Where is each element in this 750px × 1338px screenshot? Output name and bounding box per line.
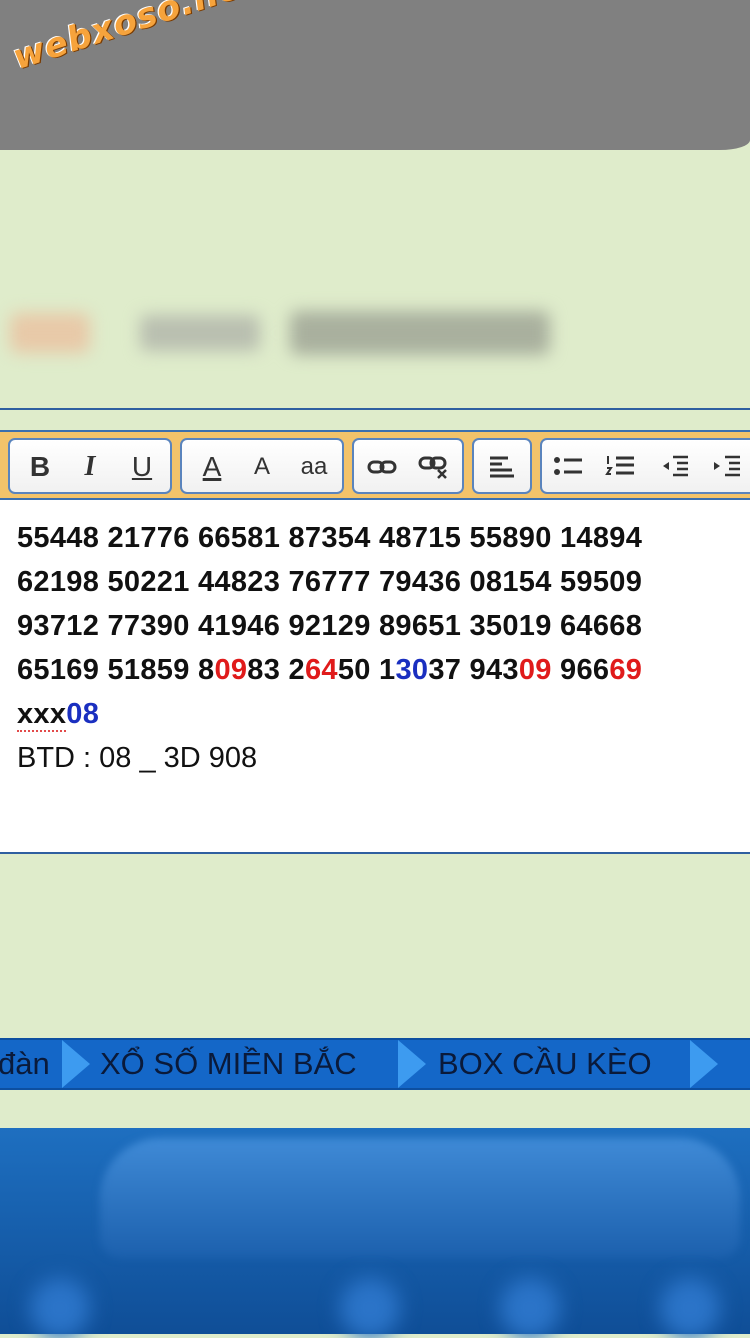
bold-button[interactable]: B xyxy=(20,448,60,486)
numbered-list-icon xyxy=(605,456,634,475)
editor-bottom-border xyxy=(0,852,750,854)
line4-highlight-red: 69 xyxy=(609,654,643,686)
bottom-blurred-area xyxy=(0,1128,750,1338)
line4-part: 50 1 xyxy=(337,654,396,686)
font-group: A A aa xyxy=(180,438,344,494)
nav-separator-arrow xyxy=(62,1040,90,1088)
number-line-5: xxx08 xyxy=(17,698,100,732)
numbered-list-button[interactable] xyxy=(600,448,640,486)
line4-part: 966 xyxy=(551,654,610,686)
nav-item-xo-so-mien-bac[interactable]: XỔ SỐ MIỀN BẮC xyxy=(100,1046,357,1082)
line5-highlight-blue: 08 xyxy=(66,698,100,730)
number-line-3: 93712 77390 41946 92129 89651 35019 6466… xyxy=(17,610,643,642)
number-line-4: 65169 51859 80983 26450 13037 94309 9666… xyxy=(17,654,642,687)
nav-item-prev[interactable]: đàn xyxy=(0,1046,50,1082)
align-left-button[interactable] xyxy=(482,448,522,486)
font-size-button[interactable]: A xyxy=(242,448,282,486)
editor-content[interactable]: 55448 21776 66581 87354 48715 55890 1489… xyxy=(0,500,750,852)
nav-item-box-cau-keo[interactable]: BOX CẦU KÈO xyxy=(438,1046,652,1082)
font-family-button[interactable]: aa xyxy=(294,448,334,486)
outdent-button[interactable] xyxy=(654,448,694,486)
format-group: B I U xyxy=(8,438,172,494)
line5-prefix: xxx xyxy=(17,698,67,732)
line4-part: 65169 51859 8 xyxy=(17,654,215,686)
line4-highlight-red: 09 xyxy=(518,654,552,686)
line4-highlight-blue: 30 xyxy=(395,654,429,686)
align-group xyxy=(472,438,532,494)
editor-top-border xyxy=(0,408,750,410)
align-left-icon xyxy=(490,456,514,478)
blurred-thread-title xyxy=(0,295,580,375)
font-color-button[interactable]: A xyxy=(192,448,232,486)
editor-toolbar: B I U A A aa xyxy=(0,430,750,500)
link-group xyxy=(352,438,464,494)
outdent-icon xyxy=(663,455,688,477)
line4-part: 83 2 xyxy=(247,654,305,686)
unlink-icon xyxy=(418,456,447,479)
unlink-button[interactable] xyxy=(414,448,454,486)
line4-highlight-red: 64 xyxy=(304,654,338,686)
link-button[interactable] xyxy=(362,448,402,486)
underline-button[interactable]: U xyxy=(122,448,162,486)
number-line-1: 55448 21776 66581 87354 48715 55890 1489… xyxy=(17,522,643,554)
line4-part: 37 943 xyxy=(428,654,519,686)
breadcrumb-nav: đàn XỔ SỐ MIỀN BẮC BOX CẦU KÈO xyxy=(0,1038,750,1090)
link-icon xyxy=(367,460,397,474)
line4-highlight-red: 09 xyxy=(214,654,248,686)
bullet-list-icon xyxy=(554,457,582,475)
number-line-2: 62198 50221 44823 76777 79436 08154 5950… xyxy=(17,566,643,598)
nav-separator-arrow xyxy=(398,1040,426,1088)
bullet-list-button[interactable] xyxy=(548,448,588,486)
indent-button[interactable] xyxy=(706,448,746,486)
btd-line: BTD : 08 _ 3D 908 xyxy=(17,742,258,774)
indent-icon xyxy=(714,455,740,477)
list-group xyxy=(540,438,750,494)
italic-button[interactable]: I xyxy=(70,448,110,486)
nav-separator-arrow xyxy=(690,1040,718,1088)
